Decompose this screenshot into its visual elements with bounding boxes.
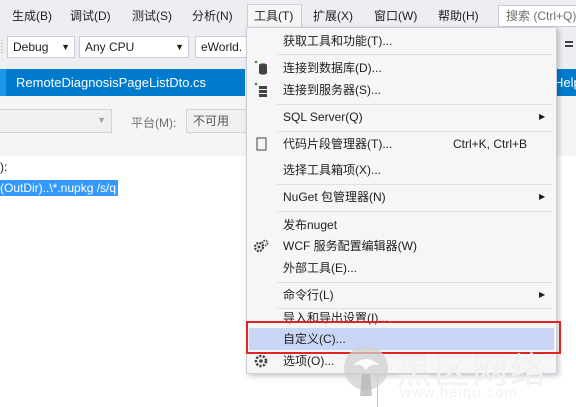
post-build-event-label: ): [0, 160, 8, 174]
menu-separator [277, 104, 552, 105]
chevron-down-icon: ▼ [61, 42, 70, 52]
connect-server-icon [254, 82, 267, 97]
menu-item-label: 发布nuget [283, 218, 338, 232]
menu-item-connect-database[interactable]: 连接到数据库(D)... [249, 57, 554, 79]
menu-item-choose-toolbox-items[interactable]: 选择工具箱项(X)... [249, 159, 554, 181]
menu-separator [277, 211, 552, 212]
menu-extensions[interactable]: 扩展(X) [307, 4, 359, 28]
menu-item-wcf-editor[interactable]: WCF 服务配置编辑器(W) [249, 235, 554, 257]
configuration-value: Debug [13, 40, 49, 54]
tab-edge [0, 69, 6, 96]
menu-item-label: 命令行(L) [283, 288, 334, 302]
menu-analyze[interactable]: 分析(N) [186, 4, 239, 28]
menu-item-command-line[interactable]: 命令行(L) ▶ [249, 284, 554, 306]
submenu-arrow-icon: ▶ [539, 192, 546, 201]
chevron-down-icon: ▼ [97, 115, 106, 125]
code-snippet-icon [256, 137, 267, 151]
document-tab[interactable]: RemoteDiagnosisPageListDto.cs [0, 69, 245, 96]
menu-item-shortcut: Ctrl+K, Ctrl+B [453, 137, 528, 151]
post-build-command-text[interactable]: (OutDir)..\*.nupkg /s/q [0, 180, 119, 196]
submenu-arrow-icon: ▶ [539, 112, 546, 121]
menu-item-code-snippets[interactable]: 代码片段管理器(T)... Ctrl+K, Ctrl+B [249, 133, 554, 155]
menu-separator [277, 54, 552, 55]
platform-value: Any CPU [85, 40, 135, 54]
menu-item-label: 外部工具(E)... [283, 261, 357, 275]
platform-combo[interactable]: Any CPU ▼ [79, 36, 189, 58]
startup-project-value: eWorld. [201, 40, 243, 54]
menu-help[interactable]: 帮助(H) [432, 4, 485, 28]
menu-item-label: 连接到服务器(S)... [283, 83, 381, 97]
submenu-arrow-icon: ▶ [539, 290, 546, 299]
menu-item-external-tools[interactable]: 外部工具(E)... [249, 257, 554, 279]
menu-debug[interactable]: 调试(D) [64, 4, 117, 28]
menu-item-publish-nuget[interactable]: 发布nuget [249, 214, 554, 236]
menu-separator [277, 184, 552, 185]
menu-test[interactable]: 测试(S) [126, 4, 178, 28]
menu-separator [277, 131, 552, 132]
menu-item-get-tools[interactable]: 获取工具和功能(T)... [249, 30, 554, 52]
chevron-down-icon: ▼ [175, 42, 184, 52]
toolbar-overflow-icon[interactable] [562, 37, 576, 57]
menu-item-label: 获取工具和功能(T)... [283, 34, 393, 48]
menu-item-sql-server[interactable]: SQL Server(Q) ▶ [249, 106, 554, 128]
platform-label: 平台(M): [131, 116, 177, 130]
gears-icon [253, 239, 269, 253]
watermark: 黑区网络 www.heiqu.com [340, 338, 576, 407]
document-tab-label: RemoteDiagnosisPageListDto.cs [16, 75, 207, 90]
configuration-combo[interactable]: Debug ▼ [7, 36, 75, 58]
help-tab-label: Help [554, 75, 576, 90]
menu-item-label: NuGet 包管理器(N) [283, 190, 386, 204]
watermark-logo-icon [344, 346, 388, 396]
search-input[interactable]: 搜索 (Ctrl+Q) [498, 5, 576, 27]
menu-item-nuget[interactable]: NuGet 包管理器(N) ▶ [249, 186, 554, 208]
menu-item-label: 代码片段管理器(T)... [283, 137, 393, 151]
menu-separator [277, 282, 552, 283]
configuration-dropdown[interactable]: ▼ [0, 109, 112, 133]
menu-item-label: 连接到数据库(D)... [283, 61, 382, 75]
options-gear-icon [254, 354, 268, 368]
connect-database-icon [254, 60, 267, 75]
watermark-url: www.heiqu.com [400, 384, 519, 401]
menu-item-connect-server[interactable]: 连接到服务器(S)... [249, 79, 554, 101]
platform-dropdown-value: 不可用 [193, 114, 230, 128]
menu-item-label: WCF 服务配置编辑器(W) [283, 239, 417, 253]
menu-window[interactable]: 窗口(W) [368, 4, 423, 28]
menu-item-label: 选择工具箱项(X)... [283, 163, 381, 177]
menu-build[interactable]: 生成(B) [6, 4, 58, 28]
menu-item-label: SQL Server(Q) [283, 110, 363, 124]
